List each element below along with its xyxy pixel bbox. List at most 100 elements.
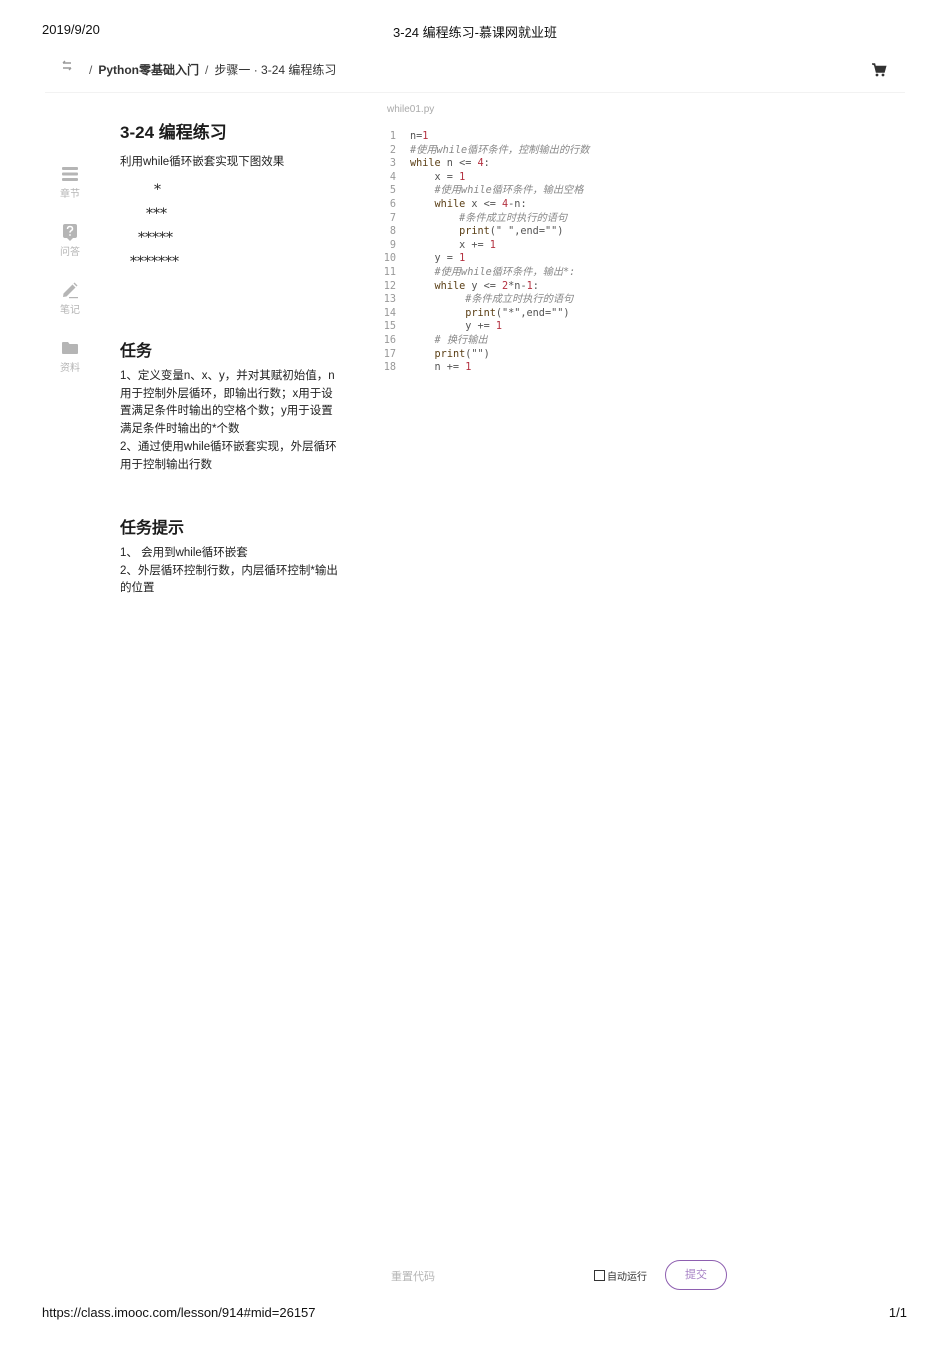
hint-line: 2、外层循环控制行数，内层循环控制*输出: [120, 564, 338, 577]
line-number: 4: [389, 171, 396, 183]
code-text[interactable]: print(" ",end=""): [410, 226, 563, 237]
line-number: 15: [383, 321, 396, 333]
auto-run-checkbox[interactable]: [594, 1270, 605, 1281]
task-heading: 任务: [120, 343, 153, 360]
code-line[interactable]: 1 n=1: [380, 130, 589, 144]
print-page-number: 1/1: [888, 1305, 907, 1320]
code-text[interactable]: y += 1: [410, 321, 502, 332]
line-number: 10: [383, 253, 396, 265]
exercise-description: 利用while循环嵌套实现下图效果: [120, 156, 285, 168]
line-number: 2: [389, 144, 396, 156]
hint-line: 的位置: [120, 582, 155, 595]
code-text[interactable]: x = 1: [410, 172, 466, 183]
task-line: 用于控制外层循环，即输出行数；x用于设: [120, 387, 333, 400]
top-bar: / Python零基础入门 / 步骤一 · 3-24 编程练习: [45, 58, 905, 93]
code-text[interactable]: print(""): [410, 349, 490, 360]
hint-heading: 任务提示: [120, 520, 185, 537]
code-line[interactable]: 3 while n <= 4:: [380, 157, 589, 171]
line-number: 1: [389, 131, 396, 142]
chapter-icon: [62, 167, 78, 181]
code-text[interactable]: #条件成立时执行的语句: [410, 294, 573, 305]
star-row: ***: [146, 206, 167, 222]
task-line: 2、通过使用while循环嵌套实现，外层循环: [120, 440, 337, 453]
cart-icon[interactable]: [871, 62, 887, 78]
sidebar-item-chapter[interactable]: 章节: [52, 165, 88, 200]
code-line[interactable]: 10 y = 1: [380, 252, 589, 266]
code-text[interactable]: y = 1: [410, 253, 466, 264]
code-text[interactable]: #使用while循环条件，输出*:: [410, 267, 576, 278]
hint-description: 1、 会用到while循环嵌套 2、外层循环控制行数，内层循环控制*输出 的位置: [120, 545, 340, 598]
auto-run-label: 自动运行: [607, 1272, 647, 1283]
line-number: 18: [383, 362, 396, 374]
question-icon: [63, 224, 77, 241]
code-text[interactable]: # 换行输出: [410, 335, 488, 346]
code-line[interactable]: 15 y += 1: [380, 320, 589, 334]
sidebar-item-label: 问答: [60, 247, 80, 258]
line-number: 8: [389, 226, 396, 238]
code-text[interactable]: #使用while循环条件，控制输出的行数: [410, 145, 589, 156]
sidebar-item-notes[interactable]: 笔记: [52, 281, 88, 316]
star-row: *******: [130, 254, 179, 270]
code-text[interactable]: n += 1: [410, 362, 472, 373]
breadcrumb-course-link[interactable]: Python零基础入门: [98, 63, 199, 77]
code-text[interactable]: n=1: [410, 131, 428, 142]
code-line[interactable]: 2 #使用while循环条件，控制输出的行数: [380, 144, 590, 158]
sidebar-item-resources[interactable]: 资料: [52, 339, 88, 374]
auto-run-toggle[interactable]: 自动运行: [594, 1268, 647, 1283]
submit-button[interactable]: 提交: [665, 1260, 727, 1290]
code-text[interactable]: while x <= 4-n:: [410, 199, 527, 210]
back-arrows-icon[interactable]: [59, 58, 75, 74]
breadcrumb: / Python零基础入门 / 步骤一 · 3-24 编程练习: [83, 61, 336, 78]
code-line[interactable]: 8 print(" ",end=""): [380, 225, 589, 239]
code-line[interactable]: 12 while y <= 2*n-1:: [380, 280, 589, 294]
task-line: 1、定义变量n、x、y，并对其赋初始值，n: [120, 370, 335, 382]
code-text[interactable]: #条件成立时执行的语句: [410, 213, 567, 224]
code-text[interactable]: while n <= 4:: [410, 158, 490, 169]
task-description: 1、定义变量n、x、y，并对其赋初始值，n 用于控制外层循环，即输出行数；x用于…: [120, 368, 340, 474]
code-text[interactable]: while y <= 2*n-1:: [410, 281, 539, 292]
sidebar-item-qa[interactable]: 问答: [52, 223, 88, 258]
code-line[interactable]: 6 while x <= 4-n:: [380, 198, 589, 212]
code-line[interactable]: 4 x = 1: [380, 171, 589, 185]
exercise-title: 3-24 编程练习: [120, 123, 227, 142]
line-number: 9: [389, 239, 396, 251]
code-text[interactable]: print("*",end=""): [410, 308, 569, 319]
line-number: 17: [383, 348, 396, 360]
line-number: 6: [389, 198, 396, 210]
line-number: 11: [383, 266, 396, 278]
code-line[interactable]: 13 #条件成立时执行的语句: [380, 293, 589, 307]
line-number: 12: [383, 280, 396, 292]
breadcrumb-separator: /: [89, 63, 93, 77]
task-line: 置满足条件时输出的空格个数；y用于设置: [120, 405, 333, 418]
line-number: 14: [383, 307, 396, 319]
sidebar-item-label: 章节: [60, 189, 80, 200]
star-row: *: [154, 182, 161, 198]
code-area[interactable]: 1 n=1 2 #使用while循环条件，控制输出的行数 3 while n <= 4: 4…: [380, 130, 590, 375]
star-row: *****: [138, 230, 173, 246]
code-line[interactable]: 7 #条件成立时执行的语句: [380, 212, 589, 226]
line-number: 3: [389, 158, 396, 170]
line-number: 7: [389, 212, 396, 224]
sidebar-item-label: 资料: [60, 363, 80, 374]
breadcrumb-current-step: 步骤一 · 3-24 编程练习: [214, 63, 337, 77]
code-text[interactable]: #使用while循环条件，输出空格: [410, 185, 584, 196]
sidebar-item-label: 笔记: [60, 305, 80, 316]
code-line[interactable]: 16 # 换行输出: [380, 334, 589, 348]
print-page-title: 3-24 编程练习-慕课网就业班: [393, 25, 557, 40]
code-line[interactable]: 14 print("*",end=""): [380, 307, 589, 321]
code-line[interactable]: 18 n += 1: [380, 361, 589, 375]
reset-code-button[interactable]: 重置代码: [391, 1268, 435, 1284]
hint-line: 1、 会用到while循环嵌套: [120, 547, 248, 559]
editor-filename-tab[interactable]: while01.py: [387, 104, 434, 115]
folder-icon: [62, 342, 78, 354]
code-line[interactable]: 11 #使用while循环条件，输出*:: [380, 266, 589, 280]
code-text[interactable]: x += 1: [410, 240, 496, 251]
line-number: 16: [383, 334, 396, 346]
line-number: 5: [389, 185, 396, 197]
bottom-controls: 重置代码 自动运行 提交: [0, 1260, 950, 1290]
print-url: https://class.imooc.com/lesson/914#mid=2…: [42, 1305, 316, 1320]
breadcrumb-separator: /: [205, 63, 209, 77]
code-line[interactable]: 5 #使用while循环条件，输出空格: [380, 184, 589, 198]
code-line[interactable]: 17 print(""): [380, 348, 589, 362]
code-line[interactable]: 9 x += 1: [380, 239, 589, 253]
